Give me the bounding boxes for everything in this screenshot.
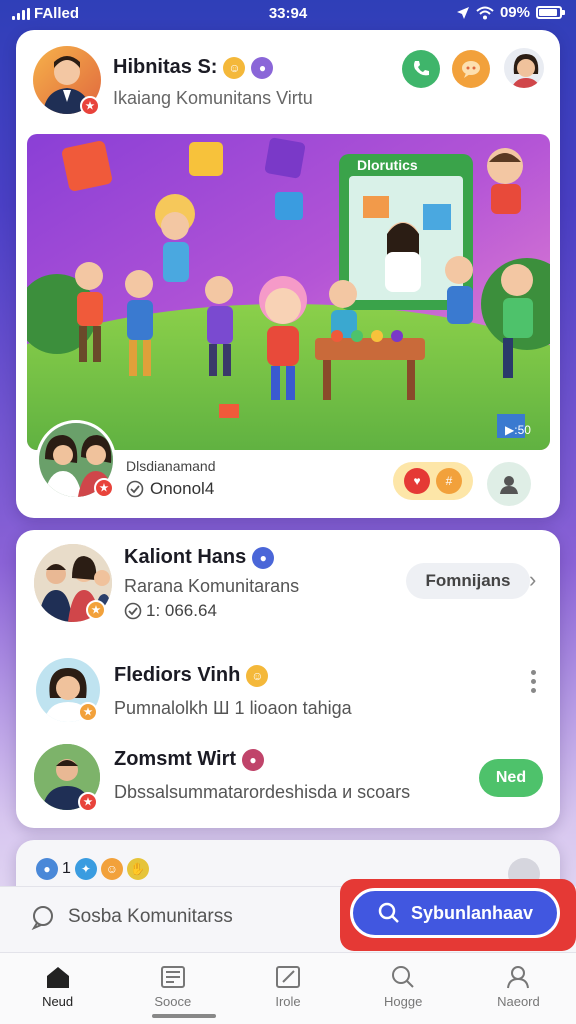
post-title: Hibnitas S: ☺ ● xyxy=(113,56,274,79)
search-icon xyxy=(378,902,399,923)
wifi-icon xyxy=(476,6,494,19)
hero-timestamp: ▶:50 xyxy=(505,423,531,437)
row-stat: 1: 066.64 xyxy=(124,601,217,621)
row-title: Flediors Vinh ☺ xyxy=(114,664,269,687)
search-row: Sosba Komunitarss Sybunlanhaav xyxy=(0,879,576,952)
check-circle-icon xyxy=(124,602,142,620)
fire-emoji-icon: ● xyxy=(242,748,265,771)
hero-board-label: Dlorutics xyxy=(357,157,418,173)
author-stat-text: Ononol4 xyxy=(150,479,215,498)
check-circle-icon xyxy=(126,480,144,498)
chat-bubble-icon xyxy=(462,61,480,78)
battery-percent: 09% xyxy=(499,4,530,21)
phone-icon xyxy=(414,61,429,76)
battery-icon xyxy=(536,6,565,19)
tab-label: Neud xyxy=(42,994,74,1009)
smile-emoji-icon: ☺ xyxy=(223,56,246,79)
news-icon xyxy=(160,966,185,988)
row-subtitle: Pumnalolkh Ш 1 lioaon tahiga xyxy=(114,698,352,718)
row-title-text: Zomsmt Wirt xyxy=(114,748,237,770)
smile-emoji-icon: ☺ xyxy=(246,664,269,687)
post-title-text: Hibnitas S: xyxy=(113,56,218,78)
bird-icon: ✦ xyxy=(74,858,97,880)
reaction-button[interactable]: ♥ # xyxy=(393,462,473,500)
chat-button[interactable] xyxy=(452,50,490,88)
profile-icon xyxy=(507,966,530,989)
row-title-text: Flediors Vinh xyxy=(114,664,241,686)
person-avatar-icon xyxy=(511,54,541,88)
author-label: Dlsdianamand xyxy=(126,458,216,474)
tab-label: Irole xyxy=(275,994,301,1009)
verified-badge-icon: ★ xyxy=(94,478,114,498)
heart-icon: ♥ xyxy=(404,468,430,494)
row-stat-text: 1: 066.64 xyxy=(146,601,217,620)
follow-button[interactable]: Fomnijans xyxy=(406,563,530,599)
search-placeholder: Sosba Komunitarss xyxy=(68,906,233,927)
feed-card: ★ Kaliont Hans ● Rarana Komunitarans 1: … xyxy=(16,530,560,828)
verified-badge-icon: ★ xyxy=(78,702,98,722)
cat-emoji-icon: ☺ xyxy=(100,858,123,880)
chevron-right-icon[interactable]: › xyxy=(529,567,536,593)
tab-search[interactable]: Hogge xyxy=(346,953,461,1024)
more-options-icon[interactable] xyxy=(531,670,536,693)
search-cta-button[interactable]: Sybunlanhaav xyxy=(350,888,560,938)
profile-avatar[interactable] xyxy=(502,46,546,90)
tab-home[interactable]: Neud xyxy=(0,953,115,1024)
tab-label: Naeord xyxy=(497,994,540,1009)
classroom-illustration-icon: Dlorutics ▶:50 xyxy=(27,134,550,450)
hands-emoji-icon: ✋ xyxy=(126,858,149,880)
edit-icon xyxy=(276,966,300,988)
location-icon xyxy=(456,6,469,19)
row-subtitle: Rarana Komunitarans xyxy=(124,576,300,596)
tab-bar: Neud Sooce Irole Hogge Naeord xyxy=(0,952,576,1024)
cta-highlight: Sybunlanhaav xyxy=(340,879,576,951)
tab-edit[interactable]: Irole xyxy=(230,953,345,1024)
row-subtitle: Dbssalsummatarordeshisda и scoars xyxy=(114,782,411,802)
author-stat: Ononol4 xyxy=(126,479,214,499)
verified-badge-icon: ★ xyxy=(80,96,100,116)
reaction-count: 1 xyxy=(62,860,71,877)
tab-label: Hogge xyxy=(384,994,423,1009)
blue-emoji-icon: ● xyxy=(252,546,275,569)
verified-badge-icon: ★ xyxy=(86,600,106,620)
profile-button[interactable] xyxy=(487,462,531,506)
status-right: 09% xyxy=(456,4,565,21)
user-icon xyxy=(500,476,518,494)
hero-illustration[interactable]: Dlorutics ▶:50 xyxy=(27,134,550,450)
purple-emoji-icon: ● xyxy=(251,56,274,79)
row-title-text: Kaliont Hans xyxy=(124,546,247,568)
post-card[interactable]: ★ Hibnitas S: ☺ ● Ikaiang Komunitans Vir… xyxy=(16,30,560,518)
row-title: Kaliont Hans ● xyxy=(124,546,275,569)
chat-search-icon xyxy=(31,906,53,930)
tab-profile[interactable]: Naeord xyxy=(461,953,576,1024)
search-icon xyxy=(392,966,414,988)
post-subtitle: Ikaiang Komunitans Virtu xyxy=(113,88,313,108)
call-button[interactable] xyxy=(402,50,440,88)
new-button[interactable]: Ned xyxy=(479,759,543,797)
tab-label: Sooce xyxy=(154,994,192,1009)
search-input[interactable]: Sosba Komunitarss xyxy=(30,904,233,930)
verified-badge-icon: ★ xyxy=(78,792,98,812)
home-icon xyxy=(46,967,69,988)
home-indicator xyxy=(152,1014,216,1018)
row-title: Zomsmt Wirt ● xyxy=(114,748,265,771)
status-bar: FAlled 33:94 09% xyxy=(0,0,576,28)
reaction-strip: ● 1 ✦ ☺ ✋ xyxy=(36,858,149,880)
user-icon: ● xyxy=(36,858,58,880)
hash-icon: # xyxy=(436,468,462,494)
search-cta-label: Sybunlanhaav xyxy=(410,902,534,923)
